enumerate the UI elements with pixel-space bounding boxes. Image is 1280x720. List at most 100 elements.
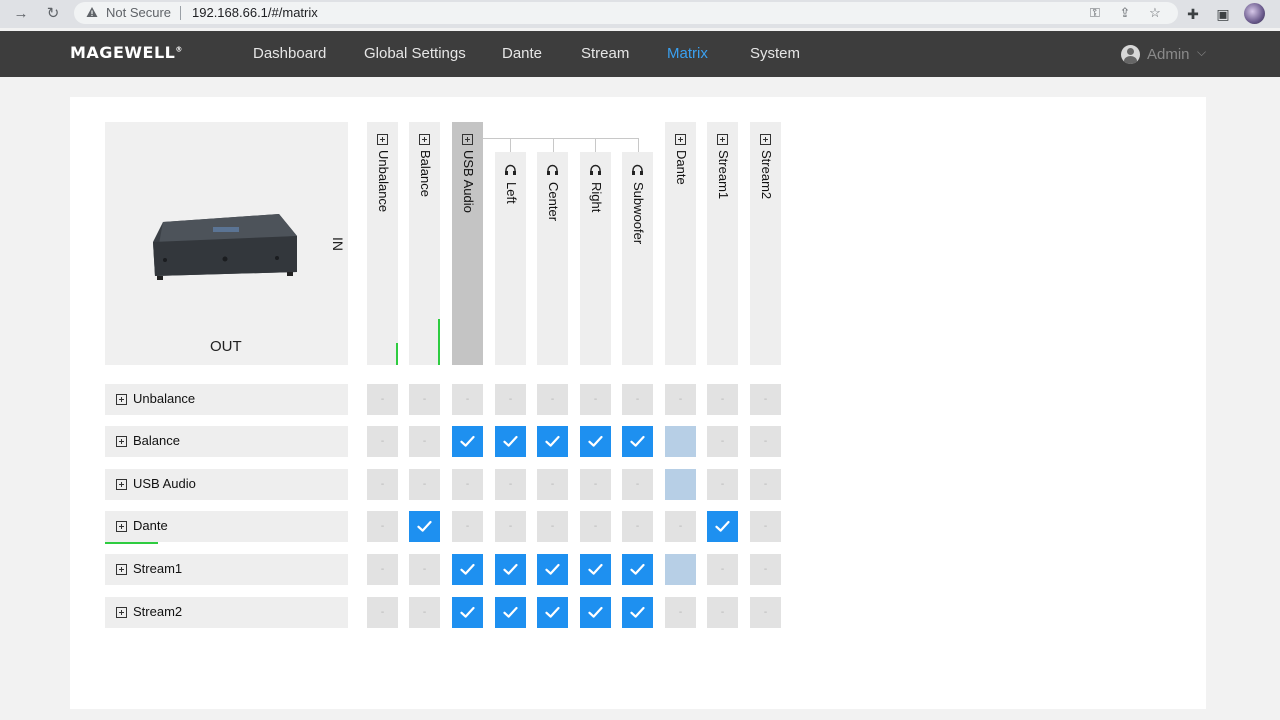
matrix-cell[interactable]: - bbox=[495, 469, 526, 500]
col-header-balance[interactable]: Balance bbox=[409, 122, 440, 365]
matrix-cell[interactable] bbox=[495, 597, 526, 628]
matrix-cell[interactable]: - bbox=[495, 511, 526, 542]
sidebar-icon[interactable]: ▣ bbox=[1213, 4, 1233, 24]
col-header-right[interactable]: Right bbox=[580, 152, 611, 365]
matrix-cell[interactable]: - bbox=[580, 469, 611, 500]
matrix-cell[interactable]: - bbox=[707, 469, 738, 500]
matrix-cell[interactable]: - bbox=[367, 554, 398, 585]
matrix-cell[interactable]: - bbox=[707, 554, 738, 585]
expand-icon[interactable] bbox=[377, 134, 388, 145]
matrix-cell[interactable]: - bbox=[580, 511, 611, 542]
col-header-unbalance[interactable]: Unbalance bbox=[367, 122, 398, 365]
matrix-cell[interactable]: - bbox=[665, 384, 696, 415]
col-header-left[interactable]: Left bbox=[495, 152, 526, 365]
matrix-cell[interactable]: - bbox=[622, 511, 653, 542]
matrix-cell[interactable]: - bbox=[750, 554, 781, 585]
matrix-cell[interactable]: - bbox=[750, 469, 781, 500]
matrix-cell[interactable]: - bbox=[750, 597, 781, 628]
col-header-center[interactable]: Center bbox=[537, 152, 568, 365]
matrix-cell[interactable]: - bbox=[367, 597, 398, 628]
bookmark-star-icon[interactable]: ☆ bbox=[1147, 5, 1163, 21]
matrix-cell[interactable]: - bbox=[495, 384, 526, 415]
matrix-cell[interactable]: - bbox=[409, 597, 440, 628]
matrix-cell[interactable] bbox=[580, 554, 611, 585]
nav-matrix[interactable]: Matrix bbox=[667, 45, 708, 62]
expand-icon[interactable] bbox=[717, 134, 728, 145]
matrix-cell[interactable]: - bbox=[707, 426, 738, 457]
nav-stream[interactable]: Stream bbox=[581, 45, 629, 62]
matrix-cell[interactable] bbox=[707, 511, 738, 542]
expand-icon[interactable] bbox=[116, 607, 127, 618]
forward-icon[interactable]: → bbox=[11, 4, 31, 24]
matrix-cell[interactable]: - bbox=[580, 384, 611, 415]
row-header-unbalance[interactable]: Unbalance bbox=[105, 384, 348, 415]
matrix-cell[interactable] bbox=[495, 554, 526, 585]
matrix-cell[interactable]: - bbox=[452, 384, 483, 415]
matrix-cell[interactable]: - bbox=[537, 384, 568, 415]
matrix-cell[interactable] bbox=[452, 426, 483, 457]
matrix-cell[interactable]: - bbox=[750, 426, 781, 457]
matrix-cell[interactable]: - bbox=[409, 384, 440, 415]
reload-icon[interactable]: ↻ bbox=[43, 4, 63, 24]
matrix-cell[interactable] bbox=[622, 597, 653, 628]
row-header-stream2[interactable]: Stream2 bbox=[105, 597, 348, 628]
matrix-cell[interactable] bbox=[537, 597, 568, 628]
matrix-cell[interactable]: - bbox=[409, 554, 440, 585]
matrix-cell[interactable]: - bbox=[537, 511, 568, 542]
expand-icon[interactable] bbox=[760, 134, 771, 145]
matrix-cell[interactable] bbox=[537, 426, 568, 457]
row-header-stream1[interactable]: Stream1 bbox=[105, 554, 348, 585]
matrix-cell[interactable]: - bbox=[452, 511, 483, 542]
matrix-cell[interactable] bbox=[452, 554, 483, 585]
matrix-cell[interactable]: - bbox=[707, 597, 738, 628]
expand-icon[interactable] bbox=[116, 564, 127, 575]
expand-icon[interactable] bbox=[419, 134, 430, 145]
matrix-cell[interactable]: - bbox=[537, 469, 568, 500]
col-header-stream2[interactable]: Stream2 bbox=[750, 122, 781, 365]
matrix-cell[interactable] bbox=[495, 426, 526, 457]
nav-global-settings[interactable]: Global Settings bbox=[364, 45, 466, 62]
address-bar[interactable]: Not Secure 192.168.66.1/#/matrix ⚿ ⇪ ☆ bbox=[74, 2, 1178, 24]
matrix-cell[interactable]: - bbox=[750, 384, 781, 415]
url-text[interactable]: 192.168.66.1/#/matrix bbox=[192, 5, 318, 20]
matrix-cell[interactable]: - bbox=[622, 469, 653, 500]
matrix-cell[interactable] bbox=[580, 426, 611, 457]
matrix-cell[interactable] bbox=[622, 426, 653, 457]
profile-avatar[interactable] bbox=[1244, 3, 1265, 24]
matrix-cell[interactable]: - bbox=[665, 511, 696, 542]
expand-icon[interactable] bbox=[116, 521, 127, 532]
extensions-icon[interactable]: ✚ bbox=[1183, 4, 1203, 24]
expand-icon[interactable] bbox=[116, 479, 127, 490]
share-icon[interactable]: ⇪ bbox=[1117, 5, 1133, 21]
collapse-icon[interactable] bbox=[462, 134, 473, 145]
nav-dashboard[interactable]: Dashboard bbox=[253, 45, 326, 62]
row-header-usb-audio[interactable]: USB Audio bbox=[105, 469, 348, 500]
expand-icon[interactable] bbox=[116, 436, 127, 447]
magewell-logo[interactable]: MAGEWELL® bbox=[70, 43, 183, 62]
matrix-cell[interactable]: - bbox=[622, 384, 653, 415]
col-header-stream1[interactable]: Stream1 bbox=[707, 122, 738, 365]
nav-dante[interactable]: Dante bbox=[502, 45, 542, 62]
matrix-cell[interactable] bbox=[409, 511, 440, 542]
matrix-cell[interactable] bbox=[452, 597, 483, 628]
matrix-cell[interactable]: - bbox=[367, 511, 398, 542]
matrix-cell[interactable]: - bbox=[665, 597, 696, 628]
matrix-cell[interactable] bbox=[580, 597, 611, 628]
key-icon[interactable]: ⚿ bbox=[1087, 5, 1103, 21]
matrix-cell[interactable]: - bbox=[409, 426, 440, 457]
row-header-dante[interactable]: Dante bbox=[105, 511, 348, 544]
matrix-cell[interactable]: - bbox=[452, 469, 483, 500]
matrix-cell[interactable]: - bbox=[367, 426, 398, 457]
row-header-balance[interactable]: Balance bbox=[105, 426, 348, 457]
matrix-cell[interactable] bbox=[537, 554, 568, 585]
matrix-cell[interactable] bbox=[622, 554, 653, 585]
matrix-cell[interactable]: - bbox=[707, 384, 738, 415]
nav-system[interactable]: System bbox=[750, 45, 800, 62]
matrix-cell[interactable]: - bbox=[367, 469, 398, 500]
col-header-subwoofer[interactable]: Subwoofer bbox=[622, 152, 653, 365]
matrix-cell[interactable]: - bbox=[750, 511, 781, 542]
matrix-cell[interactable]: - bbox=[409, 469, 440, 500]
col-header-usb-audio[interactable]: USB Audio bbox=[452, 122, 483, 365]
expand-icon[interactable] bbox=[116, 394, 127, 405]
col-header-dante[interactable]: Dante bbox=[665, 122, 696, 365]
